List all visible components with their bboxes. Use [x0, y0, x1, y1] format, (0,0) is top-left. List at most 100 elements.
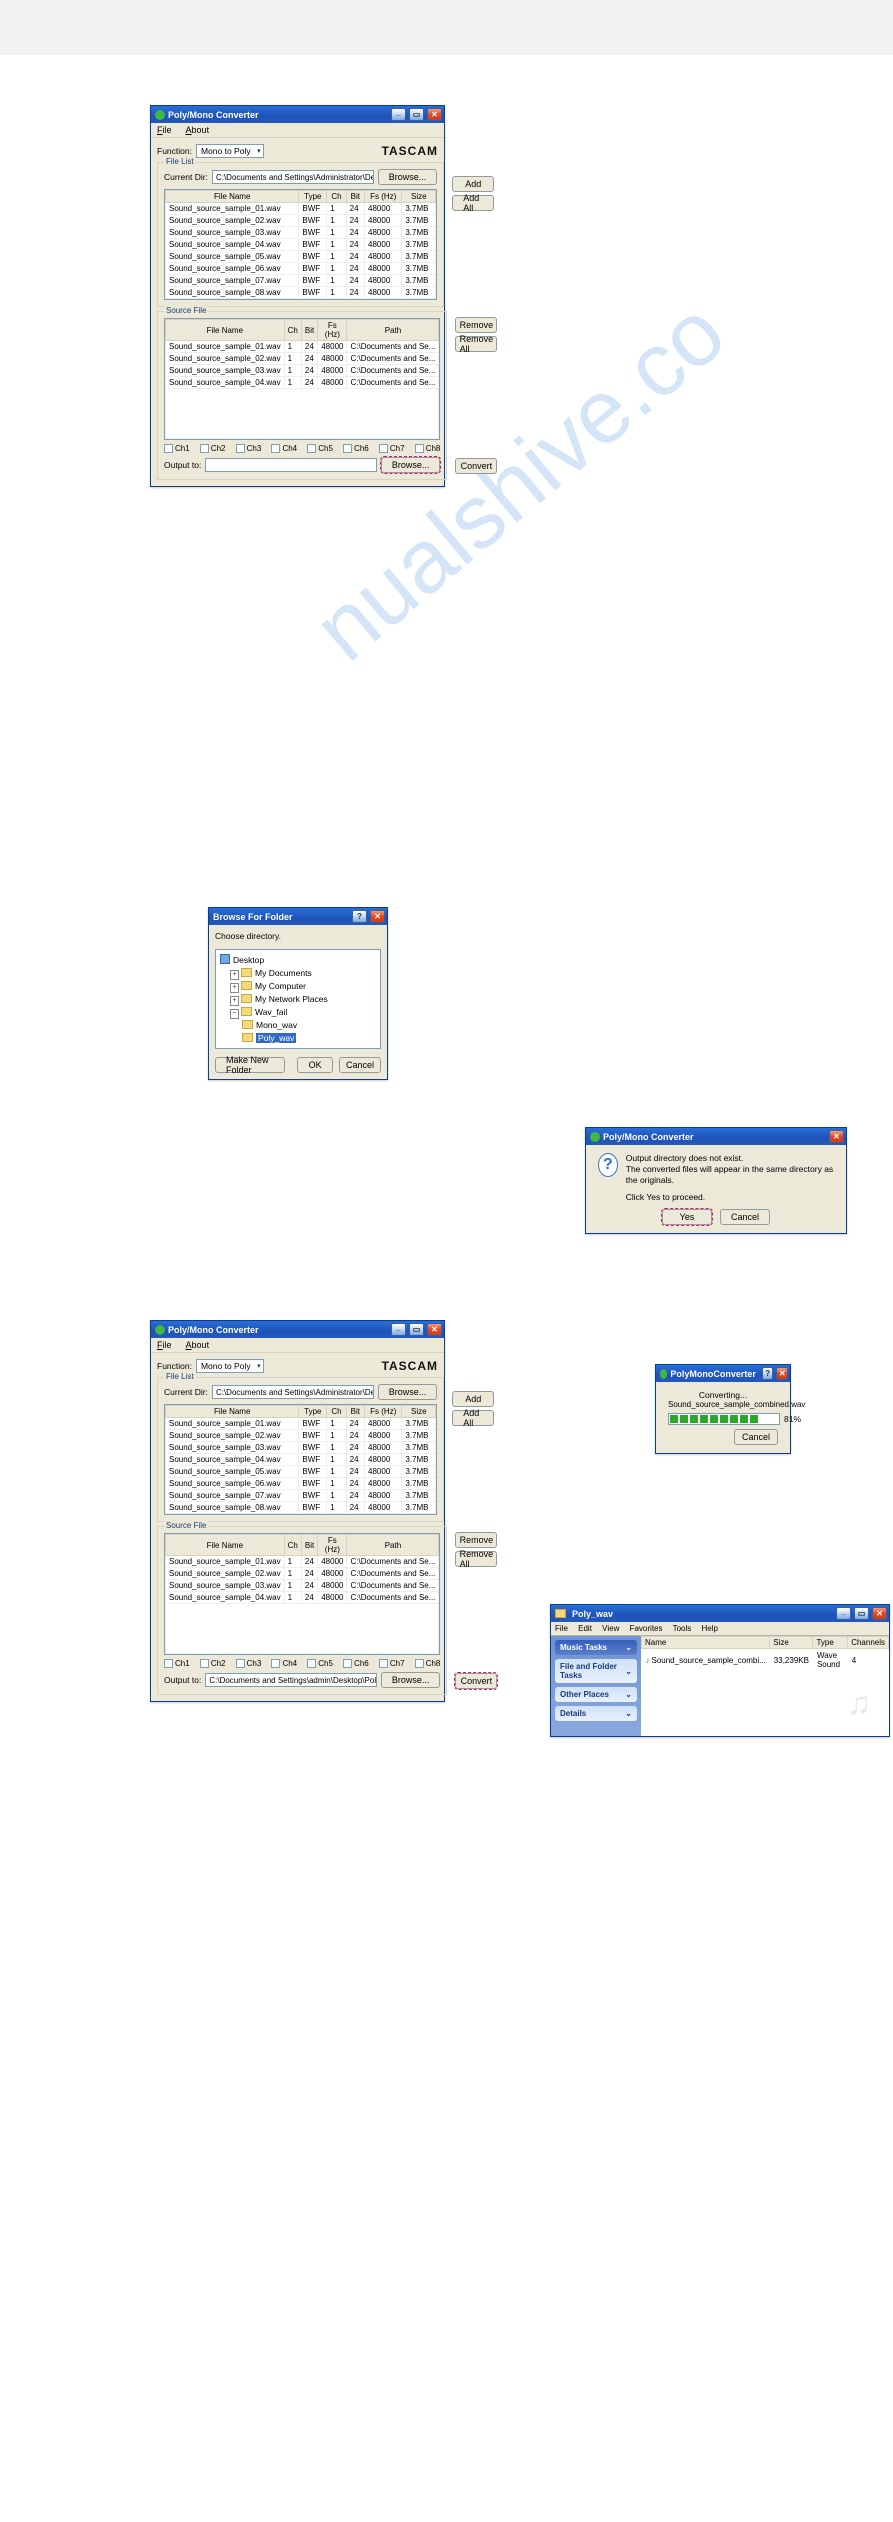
checkbox-ch3[interactable]: Ch3	[236, 1659, 262, 1668]
checkbox-ch4[interactable]: Ch4	[271, 1659, 297, 1668]
tree-node-mydocs[interactable]: +My Documents	[220, 967, 376, 980]
checkbox-ch7[interactable]: Ch7	[379, 1659, 405, 1668]
menu-edit[interactable]: Edit	[578, 1624, 592, 1633]
convert-button[interactable]: Convert	[455, 1673, 497, 1689]
function-select[interactable]: Mono to Poly	[196, 1359, 264, 1373]
sidecard-other-places[interactable]: Other Places⌄	[555, 1687, 637, 1702]
checkbox-ch7[interactable]: Ch7	[379, 444, 405, 453]
table-row[interactable]: Sound_source_sample_03.wavBWF124480003.7…	[166, 227, 436, 239]
col-ch[interactable]: Ch	[327, 191, 346, 203]
checkbox-ch4[interactable]: Ch4	[271, 444, 297, 453]
titlebar[interactable]: Poly_wav	[551, 1605, 889, 1622]
sidecard-music-tasks[interactable]: Music Tasks⌄	[555, 1640, 637, 1655]
checkbox-ch2[interactable]: Ch2	[200, 1659, 226, 1668]
close-button[interactable]	[829, 1130, 844, 1143]
output-path-input[interactable]	[205, 458, 377, 472]
close-button[interactable]	[370, 910, 385, 923]
menu-about[interactable]: About	[186, 125, 210, 135]
cancel-button[interactable]: Cancel	[720, 1209, 770, 1225]
col-name[interactable]: Name	[642, 1637, 770, 1649]
table-row[interactable]: Sound_source_sample_06.wavBWF124480003.7…	[166, 263, 436, 275]
browse-dir-button[interactable]: Browse...	[378, 169, 438, 185]
tree-node-mono[interactable]: Mono_wav	[220, 1019, 376, 1032]
close-button[interactable]	[872, 1607, 887, 1620]
current-dir-input[interactable]: C:\Documents and Settings\Administrator\…	[212, 170, 374, 184]
table-row[interactable]: Sound_source_sample_03.wav12448000C:\Doc…	[166, 1580, 439, 1592]
checkbox-ch8[interactable]: Ch8	[415, 1659, 441, 1668]
help-button[interactable]	[352, 910, 367, 923]
col-filename[interactable]: File Name	[166, 320, 285, 341]
titlebar[interactable]: Poly/Mono Converter	[151, 106, 444, 123]
remove-all-button[interactable]: Remove All	[455, 336, 497, 352]
col-path[interactable]: Path	[347, 320, 439, 341]
menu-help[interactable]: Help	[702, 1624, 718, 1633]
folder-tree[interactable]: Desktop +My Documents +My Computer +My N…	[215, 949, 381, 1049]
titlebar[interactable]: Poly/Mono Converter	[586, 1128, 846, 1145]
maximize-button[interactable]	[409, 108, 424, 121]
col-fs[interactable]: Fs (Hz)	[365, 191, 402, 203]
browse-dir-button[interactable]: Browse...	[378, 1384, 438, 1400]
make-new-folder-button[interactable]: Make New Folder	[215, 1057, 285, 1073]
table-row[interactable]: Sound_source_sample_01.wavBWF124480003.7…	[166, 1418, 436, 1430]
current-dir-input[interactable]: C:\Documents and Settings\Administrator\…	[212, 1385, 374, 1399]
table-row[interactable]: Sound_source_sample_05.wavBWF124480003.7…	[166, 251, 436, 263]
sidecard-details[interactable]: Details⌄	[555, 1706, 637, 1721]
col-bit[interactable]: Bit	[301, 320, 317, 341]
close-button[interactable]	[427, 108, 442, 121]
checkbox-ch5[interactable]: Ch5	[307, 1659, 333, 1668]
cancel-button[interactable]: Cancel	[734, 1429, 778, 1445]
checkbox-ch5[interactable]: Ch5	[307, 444, 333, 453]
table-row[interactable]: Sound_source_sample_01.wav12448000C:\Doc…	[166, 341, 439, 353]
file-row[interactable]: ♪Sound_source_sample_combi... 33,239KB W…	[642, 1649, 889, 1672]
col-filename[interactable]: File Name	[166, 191, 299, 203]
titlebar[interactable]: Poly/Mono Converter	[151, 1321, 444, 1338]
table-row[interactable]: Sound_source_sample_04.wav12448000C:\Doc…	[166, 377, 439, 389]
tree-node-poly[interactable]: Poly_wav	[220, 1032, 376, 1045]
browse-output-button[interactable]: Browse...	[381, 457, 441, 473]
file-list-table[interactable]: File NameTypeChBitFs (Hz)Size Sound_sour…	[165, 1405, 436, 1514]
table-row[interactable]: Sound_source_sample_01.wavBWF124480003.7…	[166, 203, 436, 215]
add-all-button[interactable]: Add All	[452, 195, 494, 211]
col-fs[interactable]: Fs (Hz)	[318, 320, 347, 341]
table-row[interactable]: Sound_source_sample_04.wavBWF124480003.7…	[166, 239, 436, 251]
table-row[interactable]: Sound_source_sample_02.wavBWF124480003.7…	[166, 1430, 436, 1442]
output-path-input[interactable]: C:\Documents and Settings\admin\Desktop\…	[205, 1673, 377, 1687]
col-ch[interactable]: Ch	[284, 320, 301, 341]
file-list-table[interactable]: File Name Type Ch Bit Fs (Hz) Size Sound…	[165, 190, 436, 299]
source-file-table[interactable]: File NameChBitFs (Hz)Path Sound_source_s…	[165, 1534, 439, 1654]
function-select[interactable]: Mono to Poly	[196, 144, 264, 158]
col-channels[interactable]: Channels	[848, 1637, 889, 1649]
close-button[interactable]	[776, 1367, 788, 1380]
checkbox-ch1[interactable]: Ch1	[164, 1659, 190, 1668]
cancel-button[interactable]: Cancel	[339, 1057, 381, 1073]
add-all-button[interactable]: Add All	[452, 1410, 494, 1426]
table-row[interactable]: Sound_source_sample_06.wavBWF124480003.7…	[166, 1478, 436, 1490]
table-row[interactable]: Sound_source_sample_04.wav12448000C:\Doc…	[166, 1592, 439, 1604]
checkbox-ch8[interactable]: Ch8	[415, 444, 441, 453]
close-button[interactable]	[427, 1323, 442, 1336]
checkbox-ch1[interactable]: Ch1	[164, 444, 190, 453]
ok-button[interactable]: OK	[297, 1057, 333, 1073]
menu-file[interactable]: File	[555, 1624, 568, 1633]
table-row[interactable]: Sound_source_sample_04.wavBWF124480003.7…	[166, 1454, 436, 1466]
menu-favorites[interactable]: Favorites	[630, 1624, 663, 1633]
menu-file[interactable]: File	[157, 1340, 172, 1350]
help-button[interactable]	[762, 1367, 774, 1380]
checkbox-ch6[interactable]: Ch6	[343, 444, 369, 453]
table-row[interactable]: Sound_source_sample_02.wavBWF124480003.7…	[166, 215, 436, 227]
yes-button[interactable]: Yes	[662, 1209, 712, 1225]
table-row[interactable]: Sound_source_sample_05.wavBWF124480003.7…	[166, 1466, 436, 1478]
menu-view[interactable]: View	[602, 1624, 619, 1633]
checkbox-ch3[interactable]: Ch3	[236, 444, 262, 453]
sidecard-file-folder-tasks[interactable]: File and Folder Tasks⌄	[555, 1659, 637, 1683]
table-row[interactable]: Sound_source_sample_03.wavBWF124480003.7…	[166, 1442, 436, 1454]
menu-about[interactable]: About	[186, 1340, 210, 1350]
titlebar[interactable]: PolyMonoConverter	[656, 1365, 790, 1382]
add-button[interactable]: Add	[452, 176, 494, 192]
menu-file[interactable]: FFileile	[157, 125, 172, 135]
minimize-button[interactable]	[391, 108, 406, 121]
titlebar[interactable]: Browse For Folder	[209, 908, 387, 925]
add-button[interactable]: Add	[452, 1391, 494, 1407]
browse-output-button[interactable]: Browse...	[381, 1672, 441, 1688]
table-row[interactable]: Sound_source_sample_03.wav12448000C:\Doc…	[166, 365, 439, 377]
